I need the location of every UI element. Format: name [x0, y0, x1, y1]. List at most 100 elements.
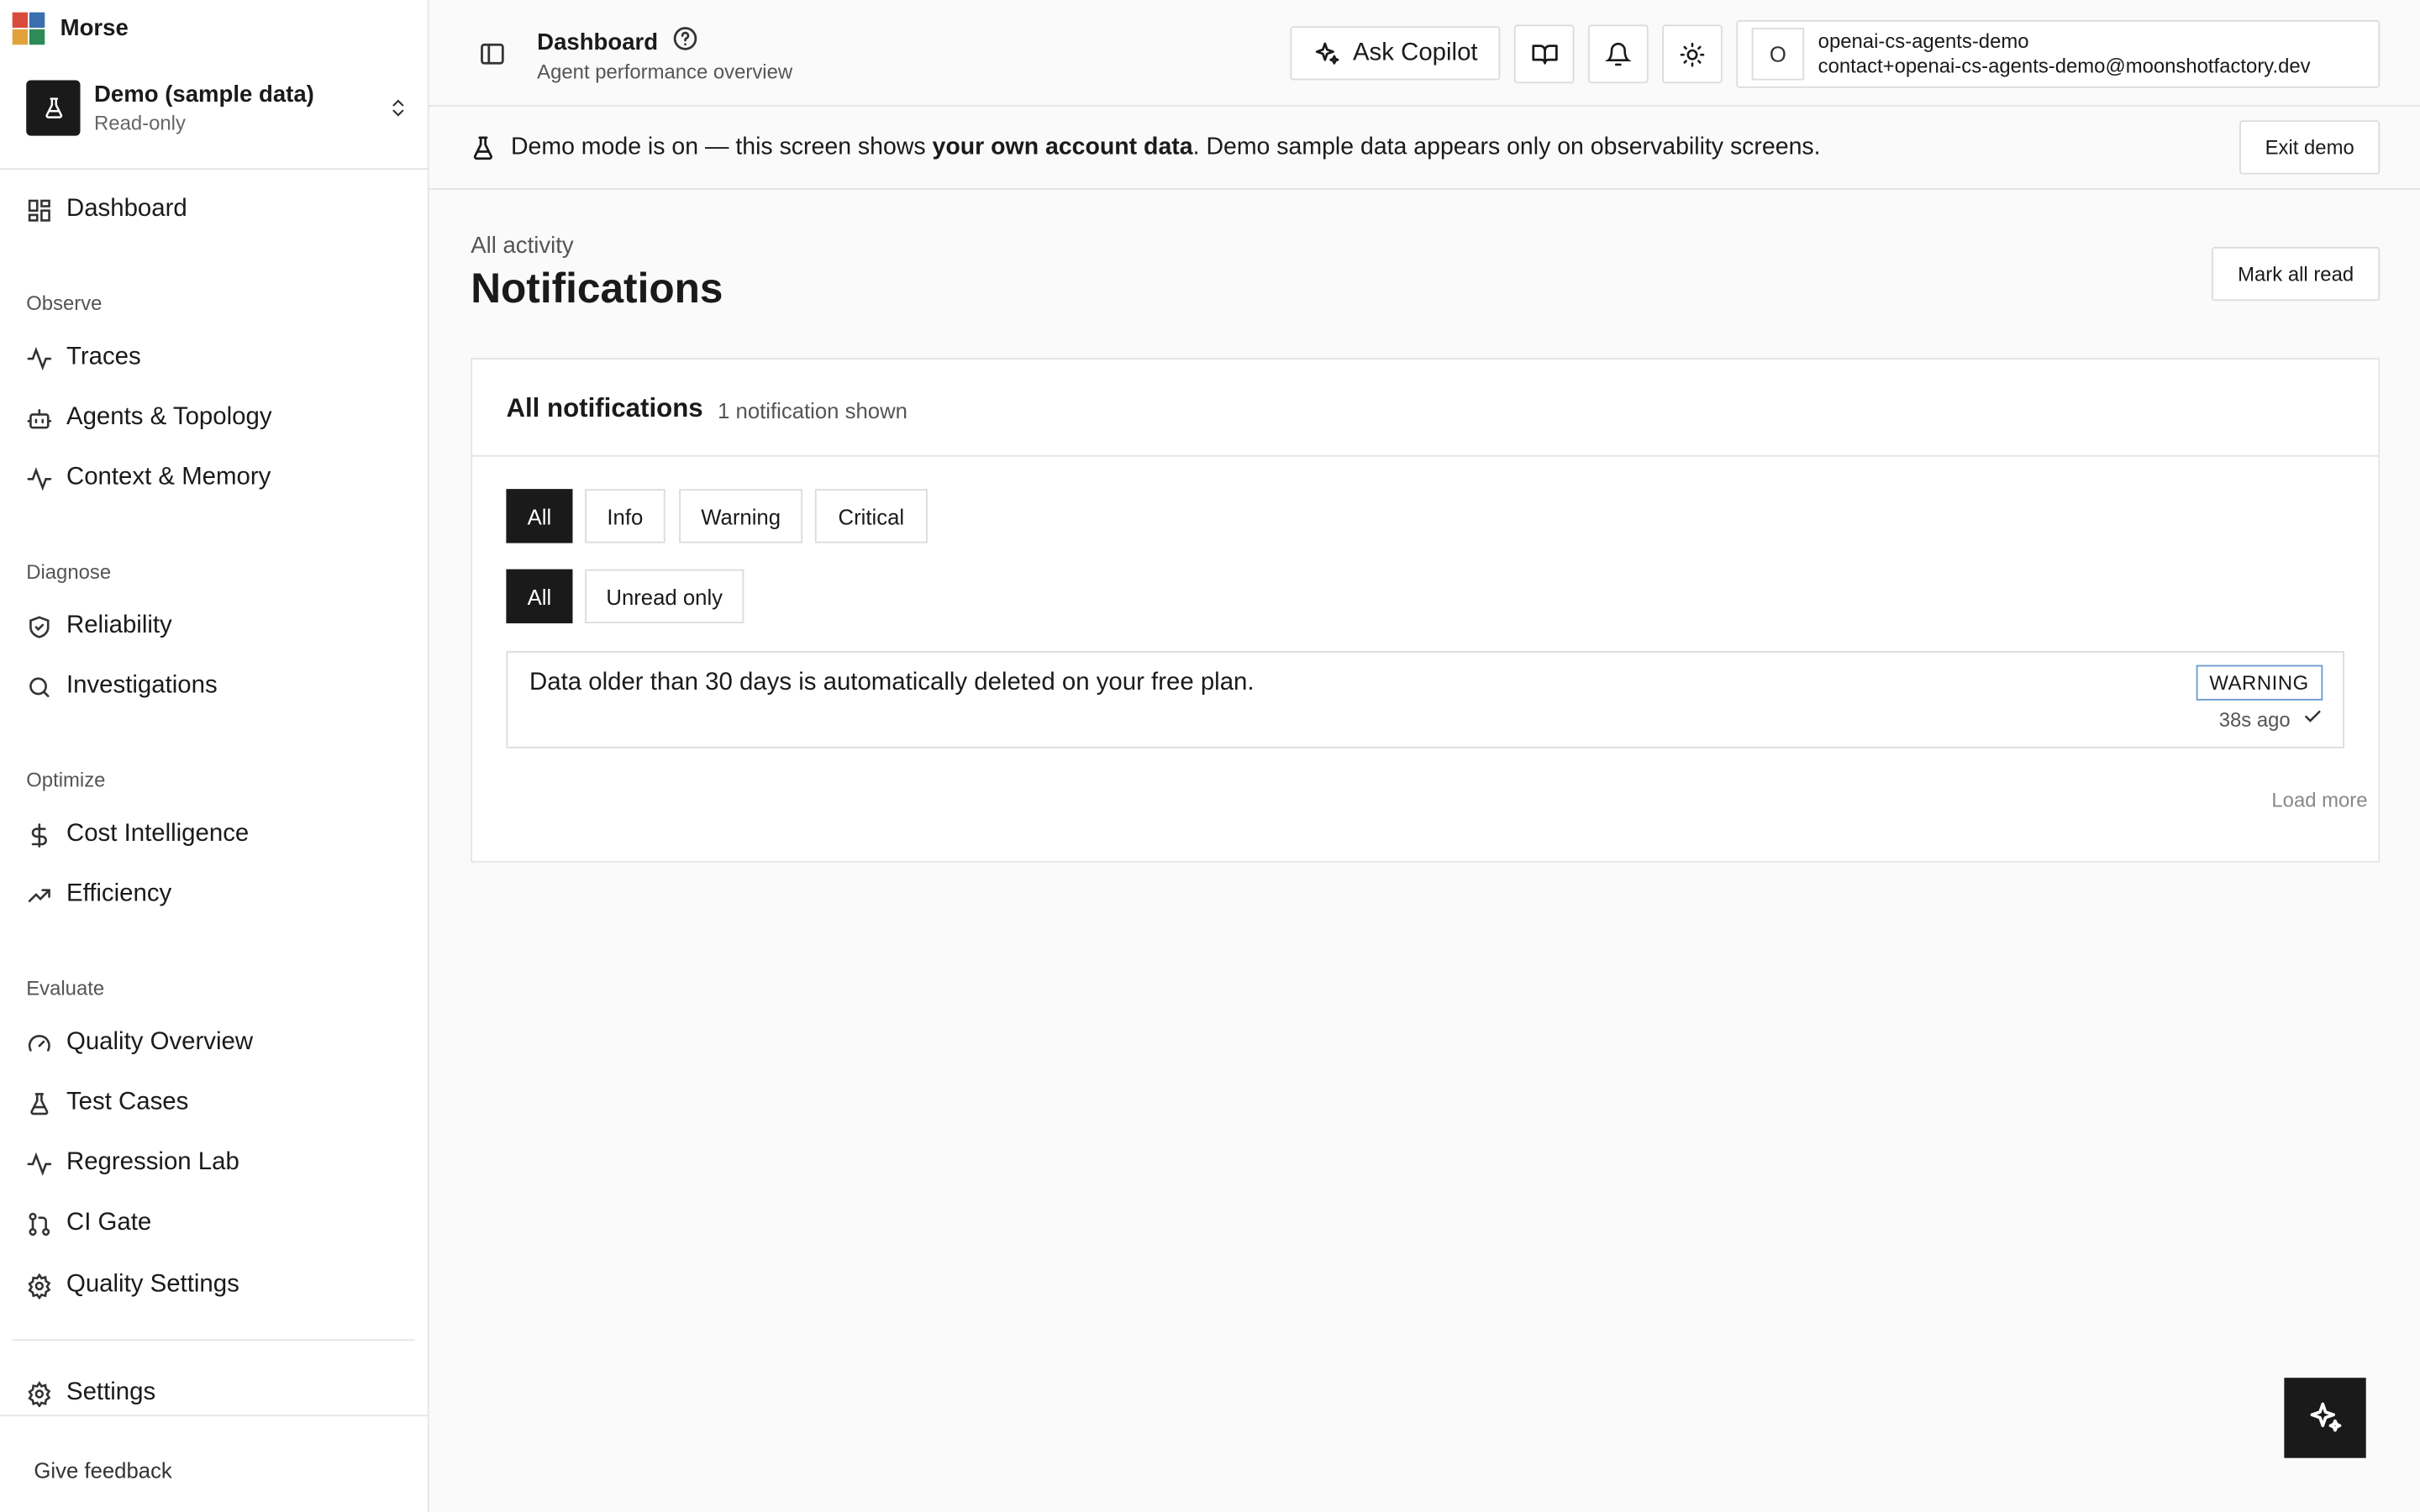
ask-copilot-label: Ask Copilot	[1352, 39, 1478, 66]
filter-severity-info[interactable]: Info	[585, 489, 666, 543]
brand[interactable]: Morse	[12, 12, 129, 45]
sidebar-toggle-icon[interactable]	[478, 40, 506, 76]
filter-severity-all[interactable]: All	[506, 489, 573, 543]
sidebar-item-label: Reliability	[66, 612, 172, 639]
exit-demo-button[interactable]: Exit demo	[2239, 120, 2381, 175]
workspace-switcher[interactable]: Demo (sample data) Read-only	[26, 79, 412, 138]
sidebar-item-label: Dashboard	[66, 196, 187, 223]
docs-button[interactable]	[1513, 24, 1575, 84]
demo-banner: Demo mode is on — this screen shows your…	[429, 108, 2420, 190]
sidebar-item-label: Traces	[66, 344, 141, 370]
sidebar-item-efficiency[interactable]: Efficiency	[26, 876, 171, 913]
sidebar-item-traces[interactable]: Traces	[26, 339, 141, 376]
sidebar-item-quality-overview[interactable]: Quality Overview	[26, 1025, 253, 1062]
dollar-icon	[31, 822, 47, 847]
sidebar-item-ci-gate[interactable]: CI Gate	[26, 1205, 151, 1242]
notification-message: Data older than 30 days is automatically…	[529, 669, 1255, 696]
give-feedback-link[interactable]: Give feedback	[34, 1458, 171, 1483]
gear-icon	[28, 1380, 51, 1407]
filter-read-all[interactable]: All	[506, 569, 573, 624]
filter-read-unread-only[interactable]: Unread only	[585, 569, 744, 624]
bell-icon	[1605, 42, 1632, 66]
sparkles-icon	[1314, 41, 1339, 64]
sidebar-divider	[0, 168, 428, 171]
gauge-icon	[28, 1034, 50, 1051]
severity-badge: WARNING	[2195, 664, 2323, 701]
activity-icon	[27, 466, 52, 491]
banner-text-end: . Demo sample data appears only on obser…	[1192, 134, 1821, 161]
sidebar-item-test-cases[interactable]: Test Cases	[26, 1084, 188, 1121]
sidebar-item-label: Investigations	[66, 672, 218, 700]
notification-count: 1 notification shown	[718, 397, 908, 423]
sidebar-item-label: Regression Lab	[66, 1149, 239, 1176]
sidebar-divider	[12, 1339, 416, 1341]
user-menu[interactable]: O openai-cs-agents-demo contact+openai-c…	[1736, 19, 2381, 88]
sidebar-item-quality-settings[interactable]: Quality Settings	[26, 1267, 239, 1304]
page-title: Notifications	[471, 265, 723, 312]
sidebar-item-dashboard[interactable]: Dashboard	[26, 192, 187, 228]
sidebar: Morse Demo (sample data) Read-only Dashb…	[0, 0, 429, 1512]
flask-icon	[30, 1092, 49, 1115]
notification-item[interactable]: Data older than 30 days is automatically…	[506, 651, 2345, 748]
grid-icon	[28, 198, 50, 221]
user-email: contact+openai-cs-agents-demo@moonshotfa…	[1818, 54, 2311, 77]
morse-logo	[12, 12, 45, 45]
nav-section-evaluate: Evaluate	[26, 976, 105, 1000]
gear-icon	[28, 1272, 51, 1299]
sidebar-item-label: Cost Intelligence	[66, 821, 250, 848]
copilot-fab-button[interactable]	[2284, 1378, 2366, 1458]
workspace-subtitle: Read-only	[94, 111, 186, 134]
sidebar-divider	[0, 1415, 428, 1417]
bot-icon	[27, 408, 52, 428]
app-name: Morse	[60, 15, 129, 42]
flask-icon	[26, 80, 81, 136]
sidebar-item-label: Quality Settings	[66, 1271, 239, 1298]
nav-section-diagnose: Diagnose	[26, 559, 112, 584]
sidebar-item-reliability[interactable]: Reliability	[26, 608, 172, 645]
sidebar-item-label: CI Gate	[66, 1210, 152, 1236]
search-icon	[29, 676, 50, 697]
user-name: openai-cs-agents-demo	[1818, 29, 2029, 53]
sidebar-item-settings[interactable]: Settings	[26, 1375, 155, 1412]
demo-banner-text: Demo mode is on — this screen shows your…	[511, 134, 1821, 162]
git-pull-request-icon	[29, 1211, 50, 1236]
breadcrumb: All activity	[471, 233, 574, 260]
sidebar-item-label: Quality Overview	[66, 1029, 254, 1056]
sidebar-item-label: Agents & Topology	[66, 404, 272, 431]
activity-icon	[27, 346, 52, 370]
sparkles-icon	[2309, 1402, 2341, 1432]
sidebar-item-label: Test Cases	[66, 1089, 189, 1116]
topbar: Dashboard Agent performance overview Ask…	[429, 0, 2420, 107]
banner-text-start: Demo mode is on — this screen shows	[510, 134, 933, 161]
activity-icon	[27, 1151, 52, 1176]
trending-up-icon	[28, 888, 50, 902]
chevron-up-down-icon	[384, 96, 412, 120]
sun-icon	[1680, 41, 1705, 66]
book-open-icon	[1531, 45, 1557, 65]
ask-copilot-button[interactable]: Ask Copilot	[1290, 26, 1501, 81]
shield-check-icon	[29, 615, 50, 638]
notifications-button[interactable]	[1588, 24, 1649, 84]
sidebar-item-agents-topology[interactable]: Agents & Topology	[26, 400, 272, 437]
avatar: O	[1751, 28, 1805, 81]
flask-icon	[469, 134, 497, 170]
nav-section-observe: Observe	[26, 291, 103, 315]
check-icon[interactable]	[2302, 706, 2323, 731]
help-circle-icon[interactable]	[672, 24, 700, 58]
filter-severity-warning[interactable]: Warning	[679, 489, 803, 543]
page-header-subtitle: Agent performance overview	[537, 60, 793, 84]
banner-text-bold: your own account data	[932, 134, 1193, 161]
mark-all-read-button[interactable]: Mark all read	[2212, 246, 2381, 302]
filter-severity-critical[interactable]: Critical	[814, 489, 928, 543]
sidebar-item-label: Settings	[66, 1379, 156, 1406]
sidebar-item-regression-lab[interactable]: Regression Lab	[26, 1145, 239, 1182]
sidebar-item-investigations[interactable]: Investigations	[26, 668, 218, 705]
theme-toggle-button[interactable]	[1662, 24, 1723, 84]
sidebar-item-cost-intelligence[interactable]: Cost Intelligence	[26, 816, 249, 853]
card-title: All notifications	[506, 393, 703, 423]
nav-section-optimize: Optimize	[26, 768, 106, 792]
notifications-card: All notifications 1 notification shown A…	[471, 358, 2381, 863]
sidebar-item-context-memory[interactable]: Context & Memory	[26, 459, 271, 496]
load-more-button[interactable]: Load more	[2271, 789, 2367, 812]
page-header-title: Dashboard	[537, 28, 659, 55]
